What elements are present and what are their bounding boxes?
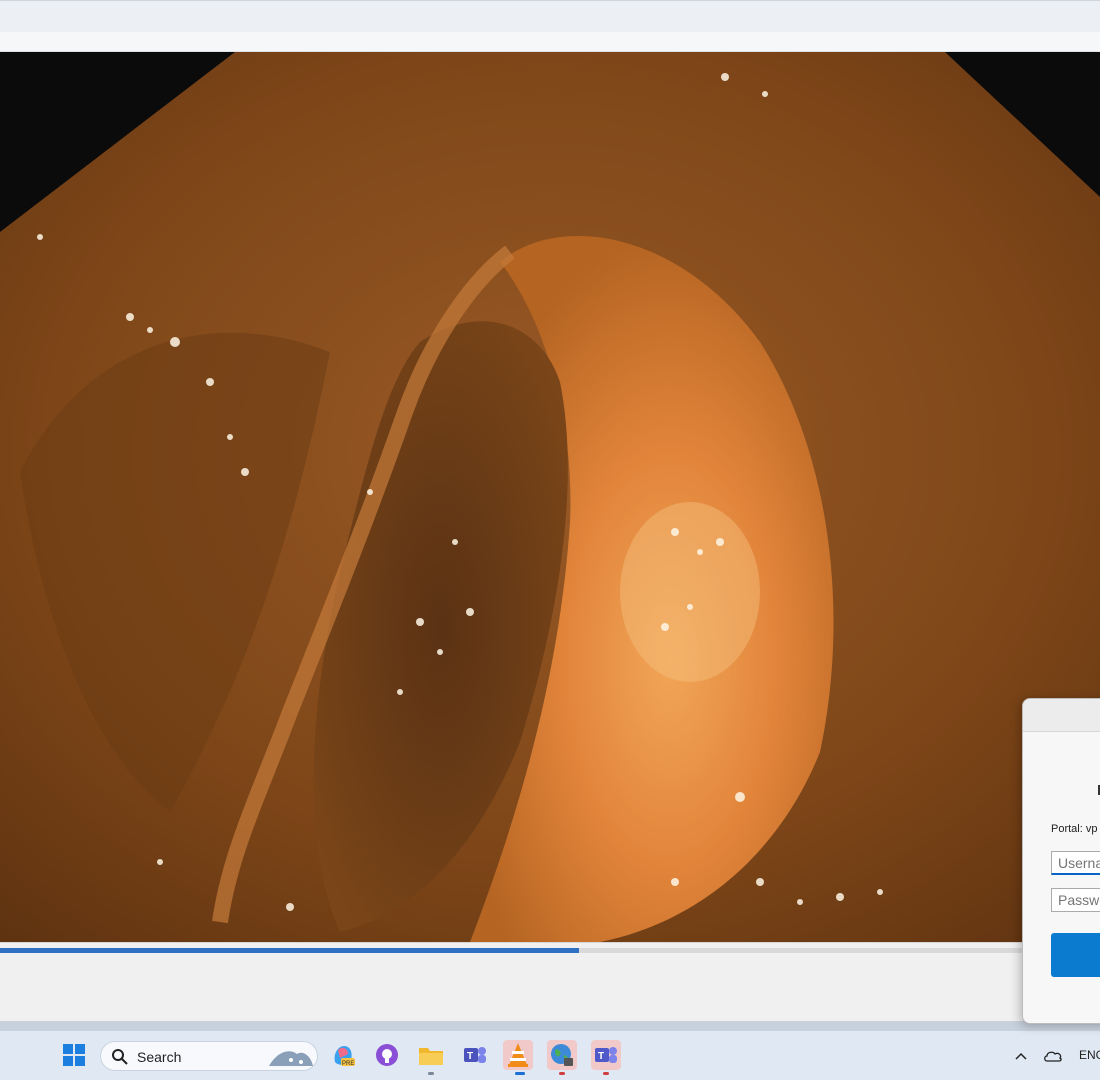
vpn-login-dialog: Portal: vp (1022, 698, 1100, 1024)
username-input[interactable] (1052, 852, 1100, 873)
vpn-globe-icon[interactable] (547, 1040, 577, 1070)
seek-progress (0, 948, 579, 953)
password-field[interactable] (1051, 888, 1100, 912)
password-input[interactable] (1052, 889, 1100, 911)
connect-button[interactable] (1051, 933, 1100, 977)
windows-start-icon[interactable] (59, 1040, 89, 1070)
file-explorer-icon[interactable] (416, 1040, 446, 1070)
teams-attention-indicator (603, 1072, 609, 1075)
taskbar-search[interactable]: Search (100, 1041, 318, 1071)
vlc-active-indicator (515, 1072, 525, 1075)
chevron-up-icon[interactable] (1014, 1051, 1028, 1061)
portal-label: Portal: vp (1051, 823, 1098, 835)
dialog-titlebar (1023, 699, 1100, 732)
window-menubar (0, 32, 1100, 52)
player-controls-area (0, 956, 1100, 1022)
vpn-attention-indicator (559, 1072, 565, 1075)
language-indicator[interactable]: ENG (1079, 1048, 1100, 1062)
search-icon (112, 1049, 128, 1065)
svg-text:T: T (598, 1051, 604, 1062)
teams-icon[interactable]: T (460, 1040, 490, 1070)
onedrive-cloud-icon[interactable] (1043, 1049, 1063, 1063)
username-field[interactable] (1051, 851, 1100, 875)
teams-work-icon[interactable]: T (591, 1040, 621, 1070)
window-titlebar (0, 0, 1100, 32)
search-highlight-icon (269, 1051, 313, 1066)
seek-bar[interactable] (0, 942, 1100, 956)
copilot-icon[interactable]: PRE (328, 1040, 358, 1070)
file-explorer-running-indicator (428, 1072, 434, 1075)
svg-text:T: T (467, 1051, 473, 1062)
desktop-strip (0, 1022, 1100, 1030)
endoscopy-image (0, 52, 1100, 942)
svg-text:PRE: PRE (342, 1061, 354, 1067)
github-icon[interactable] (372, 1040, 402, 1070)
search-label: Search (137, 1049, 182, 1065)
video-frame[interactable] (0, 52, 1100, 942)
vlc-icon[interactable] (503, 1040, 533, 1070)
